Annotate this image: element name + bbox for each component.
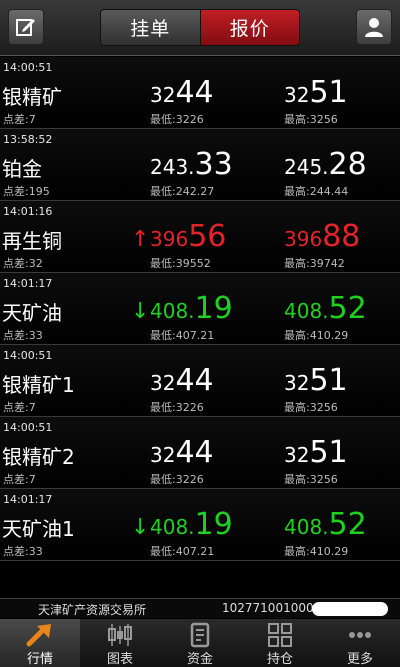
spread-value: 点差:7 — [3, 401, 36, 414]
bid-price: 408.19 — [150, 291, 233, 326]
quote-row[interactable]: 14:00:51 银精矿1 点差:7 3244 3251 最低:3226 最高:3256 — [0, 345, 400, 417]
ask-price: 3251 — [284, 435, 348, 470]
commodity-name: 天矿油1 — [2, 517, 75, 541]
spread-value: 点差:195 — [3, 185, 50, 198]
ask-price: 39688 — [284, 219, 361, 254]
quote-list: 14:00:51 银精矿点差:7 3244 3251 最低:3226 最高:3256 13:… — [0, 57, 400, 561]
quote-time: 14:01:16 — [3, 205, 53, 218]
low-price: 最低:39552 — [150, 257, 211, 270]
quote-time: 14:00:51 — [3, 421, 53, 434]
ask-price: 408.52 — [284, 507, 367, 542]
user-icon — [365, 18, 383, 37]
high-price: 最高:410.29 — [284, 329, 349, 342]
quote-time: 14:01:17 — [3, 493, 53, 506]
view-switch: 挂单 报价 — [100, 9, 300, 46]
high-price: 最高:410.29 — [284, 545, 349, 558]
bid-price: 408.19 — [150, 507, 233, 542]
ask-price: 245.28 — [284, 147, 367, 182]
quote-row[interactable]: 14:00:51 银精矿点差:7 3244 3251 最低:3226 最高:3256 — [0, 57, 400, 129]
tab-more[interactable]: 更多 — [320, 619, 400, 667]
top-header: 挂单 报价 — [0, 0, 400, 56]
low-price: 最低:407.21 — [150, 329, 215, 342]
bid-price: 39656 — [150, 219, 227, 254]
market-arrow-icon — [26, 624, 51, 647]
low-price: 最低:3226 — [150, 473, 204, 486]
bid-price: 3244 — [150, 363, 214, 398]
trend-up-arrow-icon: ↑ — [131, 227, 150, 252]
funds-document-icon — [190, 622, 210, 648]
high-price: 最高:39742 — [284, 257, 345, 270]
trend-down-arrow-icon: ↓ — [131, 299, 150, 324]
positions-grid-icon — [268, 623, 292, 647]
edit-button[interactable] — [8, 9, 44, 45]
high-price: 最高:3256 — [284, 401, 338, 414]
edit-icon — [16, 19, 35, 36]
exchange-name: 天津矿产资源交易所 — [38, 603, 147, 617]
commodity-name: 银精矿1 — [2, 373, 75, 397]
commodity-name: 再生铜 — [2, 229, 62, 253]
account-number: 102771001000 — [222, 601, 314, 615]
commodity-name: 银精矿2 — [2, 445, 75, 469]
high-price: 最高:3256 — [284, 473, 338, 486]
user-button[interactable] — [356, 9, 392, 45]
bottom-tab-bar: 行情 图表 资金 持仓 更多 — [0, 619, 400, 667]
quote-row[interactable]: 14:00:51 银精矿2 点差:7 3244 3251 最低:3226 最高:3256 — [0, 417, 400, 489]
spread-value: 点差:33 — [3, 329, 43, 342]
spread-value: 点差:7 — [3, 113, 36, 126]
spread-value: 点差:32 — [3, 257, 43, 270]
bid-price: 3244 — [150, 435, 214, 470]
quote-row[interactable]: 14:01:17 天矿油点差:33 ↓ 408.19 408.52 最低:407.21 最高… — [0, 273, 400, 345]
high-price: 最高:3256 — [284, 113, 338, 126]
quote-time: 13:58:52 — [3, 133, 53, 146]
quote-row[interactable]: 13:58:52 铂金点差:195 243.33 245.28 最低:242.27 最高:… — [0, 129, 400, 201]
tab-market-label: 行情 — [26, 652, 53, 667]
status-bar: 天津矿产资源交易所 102771001000 — [0, 598, 400, 618]
tab-positions[interactable]: 持仓 — [240, 619, 320, 667]
ask-price: 3251 — [284, 75, 348, 110]
tab-positions-label: 持仓 — [266, 652, 293, 667]
quote-row[interactable]: 14:01:16 再生铜点差:32 ↑ 39656 39688 最低:39552 最高:39… — [0, 201, 400, 273]
commodity-name: 银精矿 — [2, 85, 62, 109]
commodity-name: 天矿油 — [2, 301, 62, 325]
more-dots-icon — [349, 632, 371, 638]
quote-time: 14:01:17 — [3, 277, 53, 290]
commodity-name: 铂金 — [2, 157, 42, 181]
bid-price: 243.33 — [150, 147, 233, 182]
tab-funds-label: 资金 — [186, 652, 213, 667]
tab-funds[interactable]: 资金 — [160, 619, 240, 667]
quote-row[interactable]: 14:01:17 天矿油1 点差:33 ↓ 408.19 408.52 最低:407.21 最… — [0, 489, 400, 561]
spread-value: 点差:33 — [3, 545, 43, 558]
candlestick-chart-icon — [108, 624, 132, 646]
ask-price: 3251 — [284, 363, 348, 398]
masked-account-suffix — [312, 602, 388, 616]
spread-value: 点差:7 — [3, 473, 36, 486]
low-price: 最低:242.27 — [150, 185, 215, 198]
low-price: 最低:3226 — [150, 401, 204, 414]
tab-chart-label: 图表 — [106, 652, 133, 667]
high-price: 最高:244.44 — [284, 185, 349, 198]
tab-chart[interactable]: 图表 — [80, 619, 160, 667]
ask-price: 408.52 — [284, 291, 367, 326]
quote-time: 14:00:51 — [3, 61, 53, 74]
quote-time: 14:00:51 — [3, 349, 53, 362]
tab-quotes[interactable]: 报价 — [200, 10, 299, 45]
tab-pending-orders[interactable]: 挂单 — [101, 10, 201, 45]
trend-down-arrow-icon: ↓ — [131, 515, 150, 540]
low-price: 最低:407.21 — [150, 545, 215, 558]
low-price: 最低:3226 — [150, 113, 204, 126]
bid-price: 3244 — [150, 75, 214, 110]
tab-more-label: 更多 — [346, 652, 373, 667]
tab-market[interactable]: 行情 — [0, 619, 80, 667]
